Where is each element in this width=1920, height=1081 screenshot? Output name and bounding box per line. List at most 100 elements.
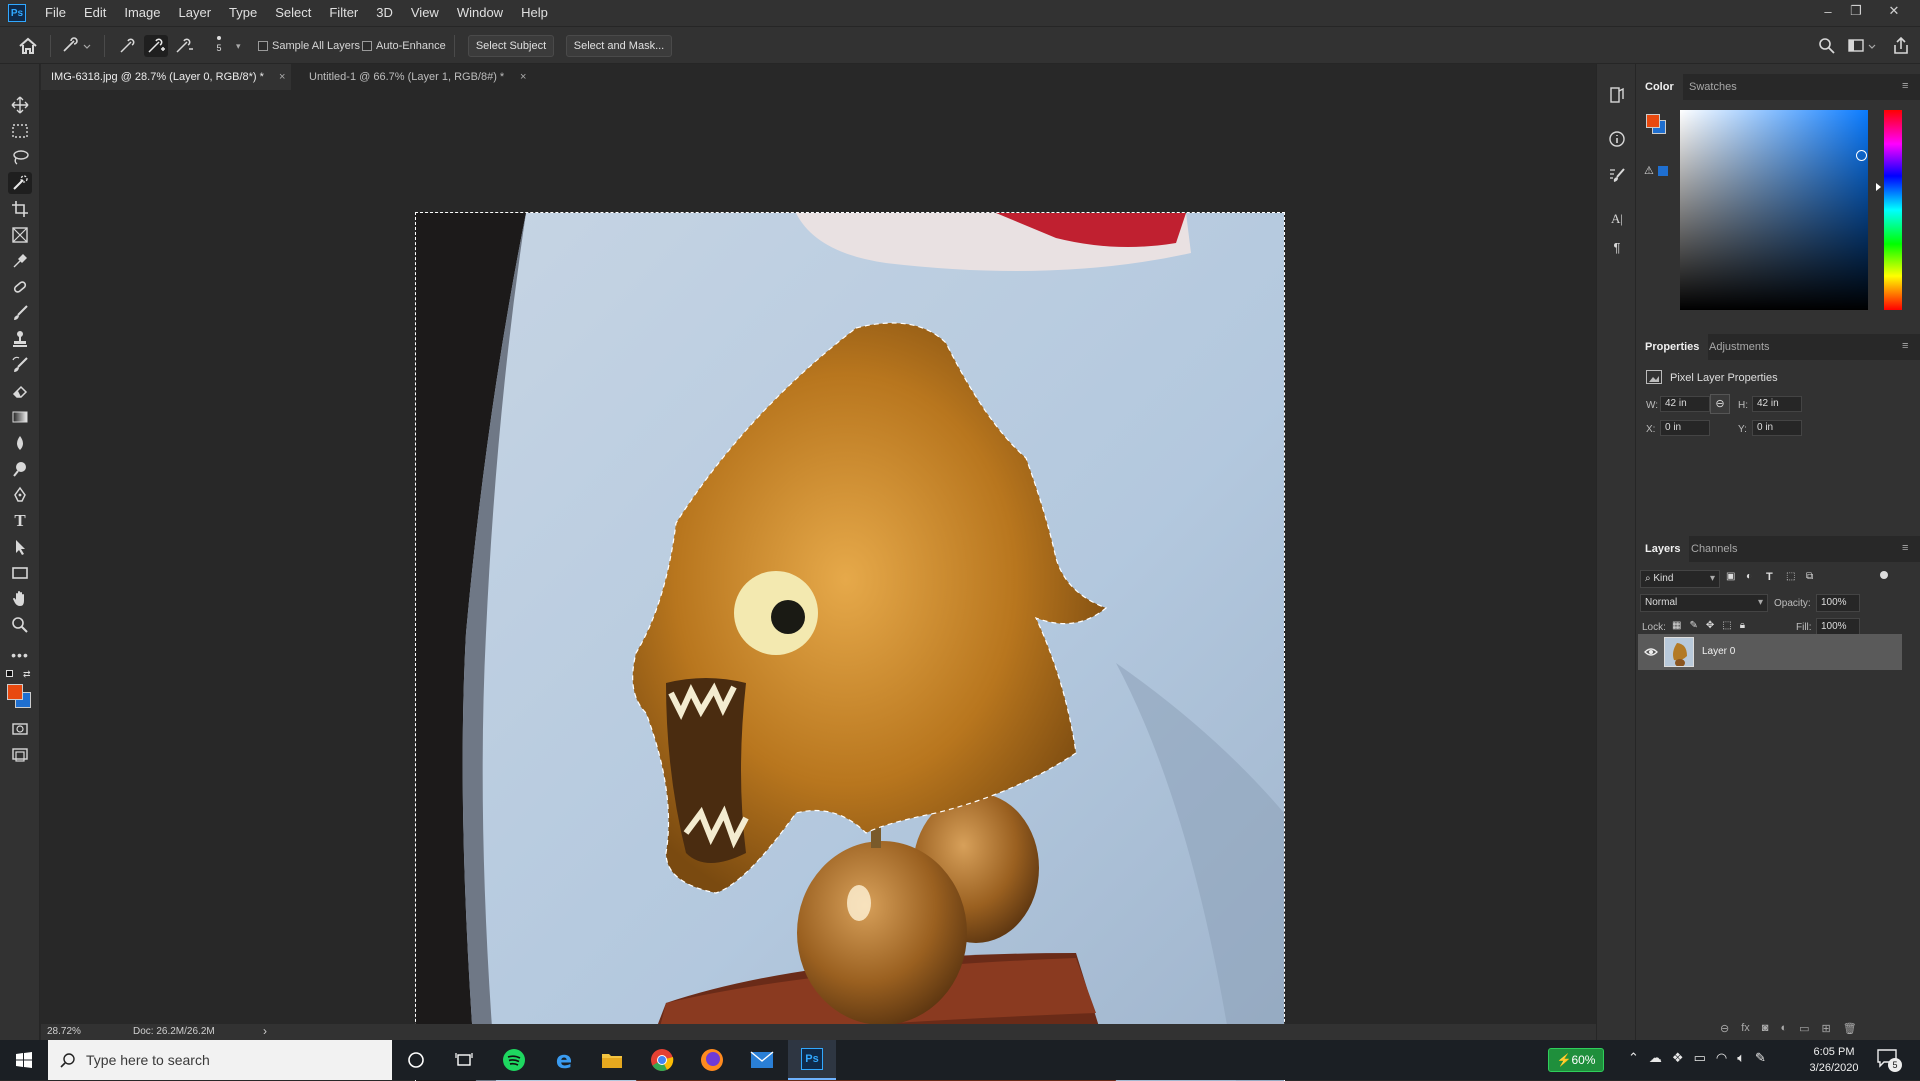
quick-mask-icon[interactable] [8, 718, 32, 740]
websafe-color-chip[interactable] [1658, 166, 1668, 176]
layer-style-icon[interactable]: fx [1741, 1022, 1750, 1035]
smart-object-filter-icon[interactable]: ⧉ [1806, 571, 1822, 587]
workspace-icon[interactable] [1846, 35, 1878, 57]
width-field[interactable]: 42 in [1660, 396, 1710, 412]
tab-color[interactable]: Color [1636, 74, 1683, 100]
new-adjustment-layer-icon[interactable]: ◐ [1780, 1022, 1787, 1035]
brush-tool-icon[interactable] [8, 302, 32, 324]
status-arrow-icon[interactable]: › [263, 1024, 267, 1038]
path-selection-tool-icon[interactable] [8, 536, 32, 558]
lock-all-icon[interactable]: 🔒︎ [1740, 620, 1745, 631]
type-tool-icon[interactable]: T [8, 510, 32, 532]
menu-select[interactable]: Select [266, 0, 320, 26]
filter-toggle-icon[interactable] [1880, 571, 1888, 579]
menu-layer[interactable]: Layer [170, 0, 221, 26]
tab-channels[interactable]: Channels [1682, 536, 1746, 562]
dodge-tool-icon[interactable] [8, 458, 32, 480]
zoom-tool-icon[interactable] [8, 614, 32, 636]
share-icon[interactable] [1890, 35, 1912, 57]
add-selection-icon[interactable] [144, 35, 168, 57]
canvas-area[interactable] [41, 90, 1577, 1081]
tab-img-6318[interactable]: IMG-6318.jpg @ 28.7% (Layer 0, RGB/8*) * [41, 64, 291, 90]
taskbar-search-box[interactable]: Type here to search [48, 1040, 392, 1080]
dropbox-icon[interactable]: ❖ [1672, 1050, 1684, 1066]
menu-window[interactable]: Window [448, 0, 512, 26]
sample-all-layers-checkbox[interactable]: Sample All Layers [258, 40, 360, 52]
file-explorer-icon[interactable] [588, 1040, 636, 1080]
tab-adjustments[interactable]: Adjustments [1700, 334, 1779, 360]
move-tool-icon[interactable] [8, 94, 32, 116]
panel-menu-icon[interactable]: ≡ [1902, 542, 1914, 554]
panel-menu-icon[interactable]: ≡ [1902, 340, 1914, 352]
document-image[interactable] [415, 212, 1285, 1081]
link-layers-icon[interactable]: ⊖ [1720, 1022, 1729, 1035]
firefox-icon[interactable] [688, 1040, 736, 1080]
select-subject-button[interactable]: Select Subject [468, 35, 554, 57]
close-button[interactable]: ✕ [1880, 0, 1908, 22]
wifi-icon[interactable]: ◠ [1716, 1050, 1727, 1066]
menu-filter[interactable]: Filter [320, 0, 367, 26]
new-layer-icon[interactable]: ⊞ [1822, 1022, 1831, 1035]
subtract-selection-icon[interactable] [172, 35, 196, 57]
eye-icon[interactable] [1644, 645, 1658, 659]
screen-mode-icon[interactable] [8, 744, 32, 766]
history-brush-tool-icon[interactable] [8, 354, 32, 376]
quick-selection-tool-icon[interactable] [8, 172, 32, 194]
menu-file[interactable]: File [36, 0, 75, 26]
menu-3d[interactable]: 3D [367, 0, 402, 26]
lock-position-icon[interactable]: ✥ [1706, 620, 1714, 631]
height-field[interactable]: 42 in [1752, 396, 1802, 412]
x-field[interactable]: 0 in [1660, 420, 1710, 436]
chevron-down-icon[interactable]: ▾ [236, 41, 241, 52]
pixel-filter-icon[interactable]: ▣ [1726, 571, 1742, 587]
hue-slider[interactable] [1884, 110, 1902, 310]
volume-icon[interactable]: 🔈︎ [1737, 1050, 1745, 1066]
close-tab-icon[interactable]: × [520, 64, 526, 90]
history-panel-icon[interactable] [1605, 84, 1629, 106]
character-panel-icon[interactable]: A| [1605, 208, 1629, 230]
lock-transparent-icon[interactable]: ▦ [1672, 620, 1681, 631]
panel-menu-icon[interactable]: ≡ [1902, 80, 1914, 92]
close-tab-icon[interactable]: × [279, 64, 285, 90]
add-mask-icon[interactable]: ◙ [1762, 1022, 1769, 1035]
clone-stamp-tool-icon[interactable] [8, 328, 32, 350]
hand-tool-icon[interactable] [8, 588, 32, 610]
type-filter-icon[interactable]: T [1766, 571, 1782, 587]
blur-tool-icon[interactable] [8, 432, 32, 454]
more-tools-icon[interactable]: ••• [8, 644, 32, 666]
info-panel-icon[interactable] [1605, 128, 1629, 150]
paragraph-panel-icon[interactable]: ¶ [1605, 236, 1629, 258]
blend-mode-select[interactable]: Normal ▾ [1640, 594, 1768, 612]
shape-filter-icon[interactable]: ⬚ [1786, 571, 1802, 587]
restore-button[interactable]: ❐ [1842, 0, 1870, 22]
auto-enhance-checkbox[interactable]: Auto-Enhance [362, 40, 446, 52]
rectangle-tool-icon[interactable] [8, 562, 32, 584]
color-picker-field[interactable] [1680, 110, 1868, 310]
tray-chevron-icon[interactable]: ⌃ [1628, 1050, 1639, 1066]
minimize-button[interactable]: – [1814, 0, 1842, 22]
chrome-icon[interactable] [638, 1040, 686, 1080]
swap-colors-icon[interactable]: ⇄ [23, 669, 31, 680]
menu-help[interactable]: Help [512, 0, 557, 26]
battery-indicator[interactable]: ⚡60% [1548, 1048, 1604, 1072]
pen-tool-icon[interactable] [8, 484, 32, 506]
default-colors-icon[interactable] [6, 670, 13, 677]
lock-artboard-icon[interactable]: ⬚ [1722, 620, 1731, 631]
gradient-tool-icon[interactable] [8, 406, 32, 428]
marquee-tool-icon[interactable] [8, 120, 32, 142]
gamut-warning-icon[interactable]: ⚠ [1644, 164, 1654, 177]
lasso-tool-icon[interactable] [8, 146, 32, 168]
select-and-mask-button[interactable]: Select and Mask... [566, 35, 672, 57]
tab-properties[interactable]: Properties [1636, 334, 1709, 360]
lock-pixels-icon[interactable]: ✎ [1689, 620, 1697, 631]
edge-icon[interactable]: e [540, 1040, 588, 1080]
photoshop-logo-icon[interactable]: Ps [8, 4, 26, 22]
delete-layer-icon[interactable]: 🗑︎ [1843, 1022, 1857, 1035]
windows-start-icon[interactable] [0, 1040, 48, 1080]
cortana-icon[interactable] [392, 1040, 440, 1080]
brush-size-picker[interactable]: 5 [212, 33, 226, 59]
color-picker-handle[interactable] [1856, 150, 1867, 161]
mail-icon[interactable] [738, 1040, 786, 1080]
y-field[interactable]: 0 in [1752, 420, 1802, 436]
zoom-level[interactable]: 28.72% [47, 1026, 81, 1037]
